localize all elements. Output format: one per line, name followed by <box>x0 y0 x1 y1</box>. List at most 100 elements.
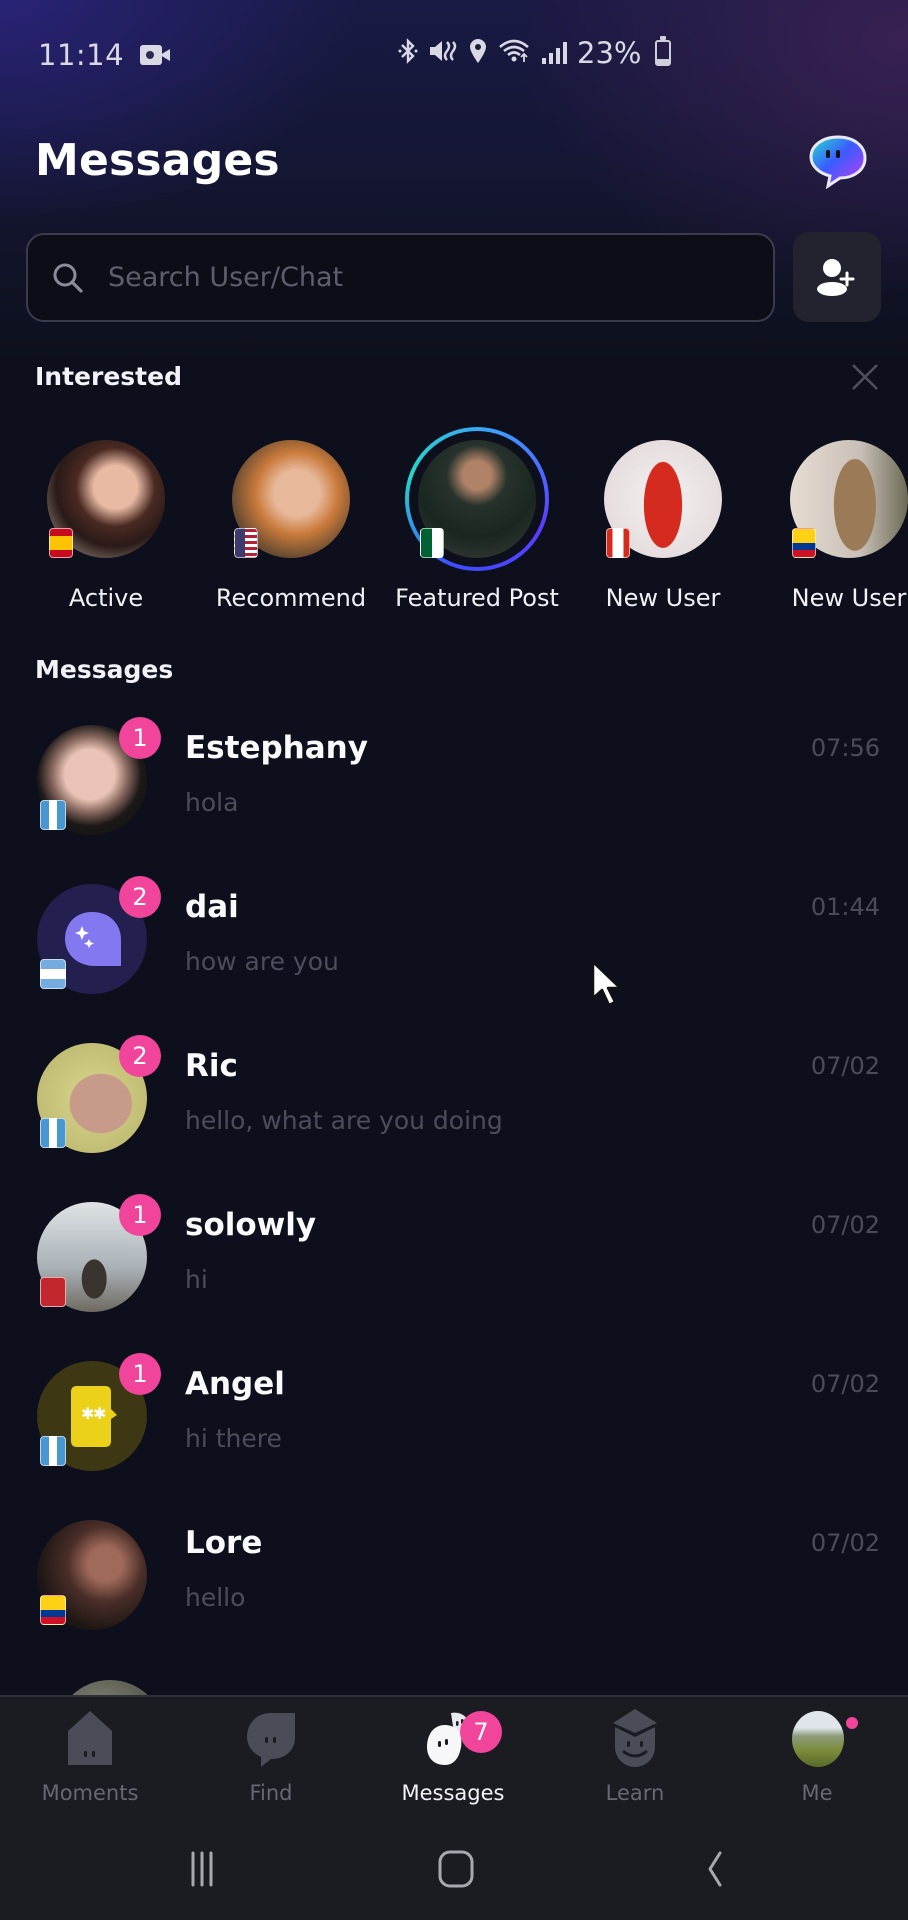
unread-badge: 1 <box>119 717 161 759</box>
avatar <box>47 440 165 558</box>
svg-text:✱: ✱ <box>93 1404 106 1423</box>
battery-percent: 23% <box>577 36 642 70</box>
mouse-cursor-icon <box>591 960 622 1007</box>
find-icon <box>247 1713 295 1767</box>
interested-item-active[interactable]: Active <box>16 428 196 612</box>
page-title: Messages <box>35 135 280 186</box>
flag-guatemala-icon <box>40 1118 66 1148</box>
interested-label: Featured Post <box>395 584 559 612</box>
add-user-button[interactable] <box>793 232 881 322</box>
tab-label: Learn <box>605 1781 665 1805</box>
tab-learn[interactable]: Learn <box>560 1697 710 1822</box>
search-input[interactable] <box>108 262 708 293</box>
list-item[interactable]: ✱ ✱ 1 Angel hi there 07/02 <box>0 1336 908 1486</box>
chat-bot-button[interactable] <box>808 133 868 190</box>
home-icon <box>438 1850 474 1888</box>
message-preview: how are you <box>185 947 339 976</box>
system-nav-bar <box>0 1820 908 1920</box>
message-time: 07/02 <box>810 1370 880 1398</box>
message-preview: hi there <box>185 1424 282 1453</box>
bottom-tab-bar: Moments Find 7 Messages Learn Me <box>0 1695 908 1820</box>
avatar <box>604 440 722 558</box>
interested-label: Recommend <box>215 584 367 612</box>
signal-icon <box>542 42 567 64</box>
profile-avatar <box>792 1711 844 1767</box>
notification-dot <box>844 1715 860 1731</box>
contact-name: Estephany <box>185 730 368 766</box>
avatar: 2 <box>37 1035 161 1153</box>
chat-bot-icon <box>809 135 867 190</box>
list-item[interactable]: 1 solowly hi 07/02 <box>0 1177 908 1327</box>
battery-icon <box>655 36 672 66</box>
list-item[interactable]: 2 dai how are you 01:44 <box>0 859 908 1009</box>
flag-colombia-icon <box>792 528 816 558</box>
tab-messages[interactable]: 7 Messages <box>378 1697 528 1822</box>
message-preview: hello <box>185 1583 246 1612</box>
back-icon <box>708 1851 722 1887</box>
interested-item-recommend[interactable]: Recommend <box>201 428 381 612</box>
message-preview: hola <box>185 788 239 817</box>
tab-moments[interactable]: Moments <box>15 1697 165 1822</box>
message-time: 01:44 <box>810 893 880 921</box>
status-icons: 23% <box>398 36 672 70</box>
interested-carousel[interactable]: Active Recommend Featured Post New User … <box>0 427 908 618</box>
search-field[interactable] <box>26 233 775 322</box>
flag-guatemala-icon <box>40 1436 66 1466</box>
avatar: 1 <box>37 1194 161 1312</box>
search-icon <box>53 263 83 293</box>
interested-heading: Interested <box>35 362 182 391</box>
tab-label: Messages <box>401 1781 505 1805</box>
message-time: 07/02 <box>810 1529 880 1557</box>
screen-record-icon <box>140 45 171 65</box>
contact-name: dai <box>185 889 239 925</box>
flag-spain-icon <box>49 528 73 558</box>
add-user-icon <box>817 259 855 296</box>
contact-name: Ric <box>185 1048 238 1084</box>
avatar <box>405 427 549 571</box>
tab-label: Me <box>801 1781 833 1805</box>
interested-item-featured-post[interactable]: Featured Post <box>387 427 567 612</box>
status-bar: 11:14 23% <box>0 0 908 110</box>
recent-apps-icon <box>191 1851 213 1887</box>
list-item[interactable]: 1 Estephany hola 07:56 <box>0 700 908 850</box>
flag-morocco-icon <box>40 1277 66 1307</box>
avatar: 1 <box>37 717 161 835</box>
recent-apps-button[interactable] <box>172 1848 232 1892</box>
message-preview: hi <box>185 1265 208 1294</box>
unread-badge: 1 <box>119 1353 161 1395</box>
flag-colombia-icon <box>40 1595 66 1625</box>
interested-item-new-user[interactable]: New User <box>573 428 753 612</box>
interested-item-new-user[interactable]: New User <box>759 428 908 612</box>
back-button[interactable] <box>685 1848 745 1892</box>
avatar <box>37 1520 147 1630</box>
interested-label: New User <box>791 584 907 612</box>
avatar <box>232 440 350 558</box>
message-time: 07/02 <box>810 1211 880 1239</box>
list-item[interactable]: 2 Ric hello, what are you doing 07/02 <box>0 1018 908 1168</box>
tab-find[interactable]: Find <box>196 1697 346 1822</box>
contact-name: solowly <box>185 1207 317 1243</box>
tab-label: Moments <box>41 1781 139 1805</box>
wifi-icon <box>498 38 532 69</box>
flag-algeria-icon <box>420 528 444 558</box>
close-icon <box>852 364 878 390</box>
bluetooth-icon <box>398 37 418 69</box>
messages-tab-badge: 7 <box>460 1711 502 1753</box>
tab-me[interactable]: Me <box>742 1697 892 1822</box>
message-preview: hello, what are you doing <box>185 1106 503 1135</box>
status-time: 11:14 <box>38 38 125 72</box>
flag-canada-icon <box>606 528 630 558</box>
messages-heading: Messages <box>35 655 174 684</box>
unread-badge: 2 <box>119 1035 161 1077</box>
interested-label: Active <box>68 584 144 612</box>
close-interested-button[interactable] <box>848 360 882 394</box>
list-item[interactable]: Lore hello 07/02 <box>0 1495 908 1645</box>
flag-argentina-icon <box>40 959 66 989</box>
avatar: 2 <box>37 876 161 994</box>
moments-icon <box>68 1711 112 1765</box>
tab-label: Find <box>249 1781 293 1805</box>
message-time: 07:56 <box>810 734 880 762</box>
mute-icon <box>428 38 458 69</box>
home-button[interactable] <box>426 1848 486 1892</box>
location-icon <box>468 38 488 69</box>
